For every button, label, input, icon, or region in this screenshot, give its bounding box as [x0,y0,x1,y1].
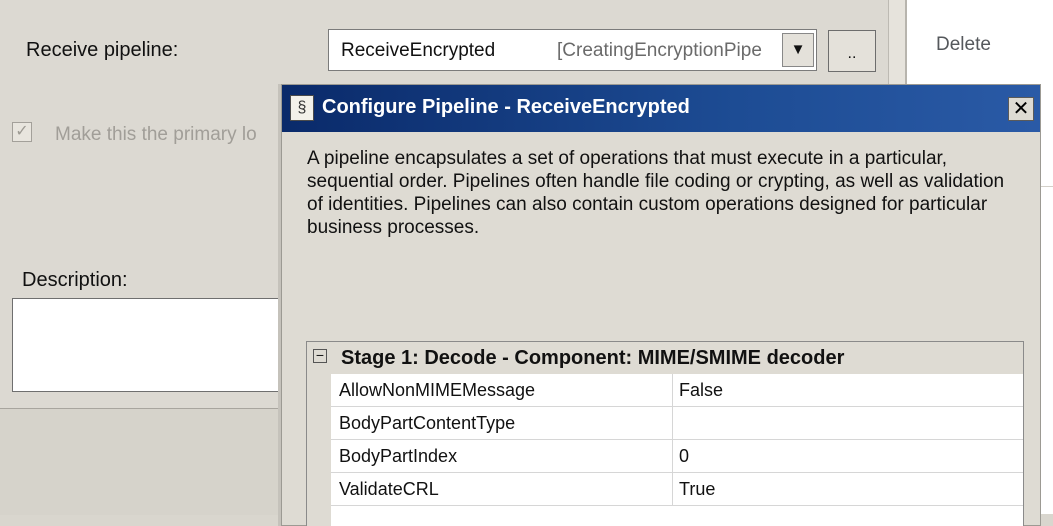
configure-pipeline-button[interactable]: .. [828,30,876,72]
dialog-description: A pipeline encapsulates a set of operati… [307,148,1005,238]
receive-pipeline-class: [CreatingEncryptionPipe [557,40,762,61]
stage-title: Stage 1: Decode - Component: MIME/SMIME … [341,347,845,369]
stage-header[interactable]: − Stage 1: Decode - Component: MIME/SMIM… [307,342,1023,374]
property-row[interactable]: ValidateCRL True [331,473,1023,506]
delete-link[interactable]: Delete [936,34,991,56]
dialog-titlebar[interactable]: § Configure Pipeline - ReceiveEncrypted … [282,85,1040,132]
minus-icon[interactable]: − [313,348,327,363]
description-input[interactable] [12,298,312,392]
property-name: BodyPartContentType [339,413,516,433]
column-divider [672,374,673,406]
property-row[interactable]: BodyPartIndex 0 [331,440,1023,473]
receive-pipeline-name: ReceiveEncrypted [341,40,496,61]
property-row[interactable]: BodyPartContentType [331,407,1023,440]
column-divider [672,473,673,505]
column-divider [672,440,673,472]
property-name: AllowNonMIMEMessage [339,380,536,400]
property-row[interactable]: AllowNonMIMEMessage False [331,374,1023,407]
configure-pipeline-dialog: § Configure Pipeline - ReceiveEncrypted … [281,84,1041,526]
primary-location-label: Make this the primary lo [55,124,257,145]
property-name: ValidateCRL [339,479,439,499]
grid-gutter [307,374,331,526]
chevron-down-icon[interactable]: ▼ [782,33,814,67]
property-value[interactable]: True [679,479,715,500]
pipeline-icon: § [290,95,314,121]
property-value[interactable]: 0 [679,446,689,467]
primary-location-checkbox[interactable]: ✓ [12,122,32,142]
receive-pipeline-select[interactable]: ReceiveEncrypted [CreatingEncryptionPipe… [328,29,817,71]
close-icon[interactable]: ✕ [1008,97,1034,121]
property-value[interactable]: False [679,380,723,401]
receive-pipeline-label: Receive pipeline: [26,39,179,61]
pipeline-property-grid: − Stage 1: Decode - Component: MIME/SMIM… [306,341,1024,526]
column-divider [672,407,673,439]
property-name: BodyPartIndex [339,446,458,466]
check-icon: ✓ [15,123,29,140]
description-label: Description: [22,269,128,291]
dialog-title: Configure Pipeline - ReceiveEncrypted [322,96,690,118]
